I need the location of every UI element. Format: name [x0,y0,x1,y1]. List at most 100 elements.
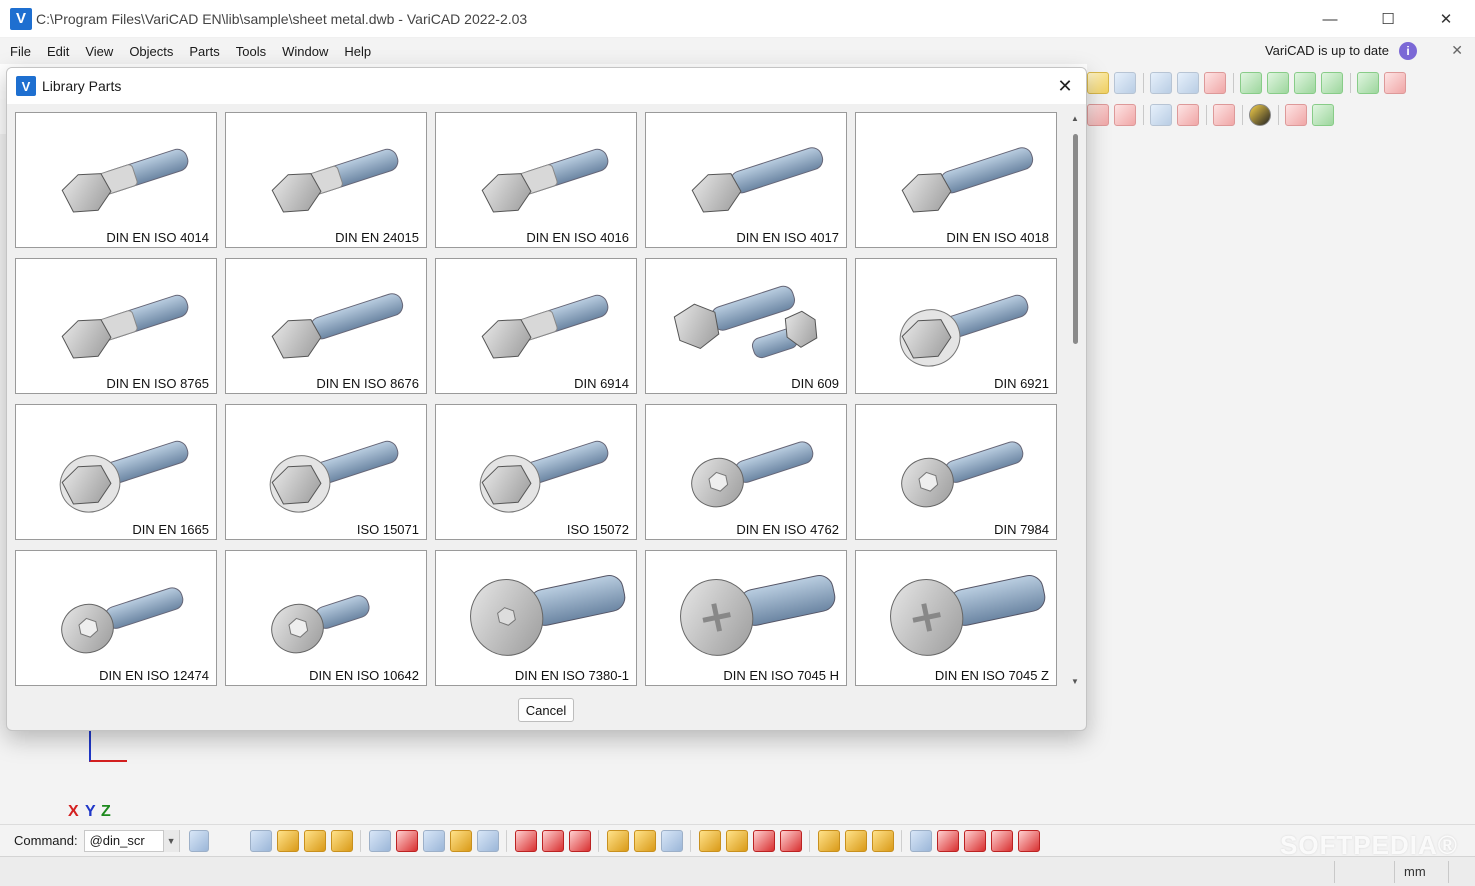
check-icon[interactable] [909,829,932,852]
part-label: DIN EN ISO 4018 [946,230,1049,245]
library-part-cell[interactable]: DIN 7984 [855,404,1057,540]
dimension-icon[interactable] [1087,104,1109,126]
menu-view[interactable]: View [77,44,121,59]
part-label: DIN EN 1665 [132,522,209,537]
bolt-graphic [271,293,404,359]
softpedia-watermark: SOFTPEDIA® [1280,830,1458,860]
swap-icon[interactable] [779,829,802,852]
target-icon[interactable] [660,829,683,852]
library-part-cell[interactable]: DIN EN ISO 4016 [435,112,637,248]
scroll-up-icon[interactable]: ▲ [1071,114,1079,123]
assembly-icon[interactable] [1177,104,1199,126]
library-part-cell[interactable]: DIN 6921 [855,258,1057,394]
abort-icon[interactable] [1017,829,1040,852]
share-icon[interactable] [188,829,209,852]
save-file-icon[interactable] [633,829,656,852]
library-part-cell[interactable]: ISO 15071 [225,404,427,540]
library-part-cell[interactable]: DIN EN ISO 4018 [855,112,1057,248]
library-part-cell[interactable]: DIN EN ISO 10642 [225,550,427,686]
zoom-all-icon[interactable] [1240,72,1262,94]
minimize-button[interactable]: — [1301,0,1359,38]
library-part-cell[interactable]: DIN EN ISO 7045 H [645,550,847,686]
bolt-graphic [61,294,189,359]
layer-red-icon[interactable] [514,829,537,852]
transform-icon[interactable] [1114,104,1136,126]
move-icon[interactable] [725,829,748,852]
layers-icon[interactable] [1213,104,1235,126]
library-part-cell[interactable]: DIN EN 24015 [225,112,427,248]
layer-stack-icon[interactable] [541,829,564,852]
pan-right-icon[interactable] [1321,72,1343,94]
library-part-cell[interactable]: DIN EN ISO 4014 [15,112,217,248]
zoom-window-icon[interactable] [1177,72,1199,94]
zoom-previous-icon[interactable] [1150,72,1172,94]
library-part-cell[interactable]: DIN EN ISO 12474 [15,550,217,686]
toolbar-row-2 [1087,100,1339,130]
bolt-graphic [59,440,189,513]
switch-3d-icon[interactable] [1312,104,1334,126]
menu-edit[interactable]: Edit [39,44,77,59]
library-part-cell[interactable]: DIN EN 1665 [15,404,217,540]
color-drop-icon[interactable] [476,829,499,852]
group-icon[interactable] [817,829,840,852]
status-bar [0,856,1475,886]
bolt-thumbnail [691,441,814,508]
library-part-cell[interactable]: DIN EN ISO 8676 [225,258,427,394]
zoom-out-icon[interactable] [1267,72,1289,94]
group-delete-icon[interactable] [871,829,894,852]
info-icon[interactable]: i [1399,42,1417,60]
menu-file[interactable]: File [0,44,39,59]
close-window-button[interactable]: ✕ [1417,0,1475,38]
library-parts-dialog: V Library Parts ✕ DIN EN ISO 4014 DIN EN … [6,67,1087,731]
maximize-button[interactable]: ☐ [1359,0,1417,38]
part-label: DIN EN ISO 8676 [316,376,419,391]
pencil-icon[interactable] [1087,72,1109,94]
solid-box-icon[interactable] [249,829,272,852]
scroll-thumb[interactable] [1073,134,1078,344]
bolt-thumbnail [673,285,818,359]
export-icon[interactable] [1357,72,1379,94]
menu-objects[interactable]: Objects [121,44,181,59]
box-icon[interactable] [1150,104,1172,126]
extrude-icon[interactable] [276,829,299,852]
table-icon[interactable] [368,829,391,852]
menu-window[interactable]: Window [274,44,336,59]
library-part-cell[interactable]: DIN EN ISO 7045 Z [855,550,1057,686]
library-part-cell[interactable]: ISO 15072 [435,404,637,540]
ungroup-icon[interactable] [844,829,867,852]
title-bar: V C:\Program Files\VariCAD EN\lib\sample… [0,0,1475,38]
pan-left-icon[interactable] [1294,72,1316,94]
library-part-cell[interactable]: DIN EN ISO 7380-1 [435,550,637,686]
library-part-cell[interactable]: DIN 609 [645,258,847,394]
pipe-icon[interactable] [303,829,326,852]
library-part-cell[interactable]: DIN EN ISO 8765 [15,258,217,394]
monitor-icon[interactable] [1114,72,1136,94]
menu-tools[interactable]: Tools [228,44,274,59]
menu-help[interactable]: Help [336,44,379,59]
scroll-down-icon[interactable]: ▼ [1071,677,1079,686]
folder-icon[interactable] [449,829,472,852]
align-icon[interactable] [422,829,445,852]
library-part-cell[interactable]: DIN EN ISO 4017 [645,112,847,248]
close-notice-icon[interactable]: ✕ [1451,42,1463,59]
cancel-all-icon[interactable] [990,829,1013,852]
text-icon[interactable] [330,829,353,852]
insert-icon[interactable] [698,829,721,852]
grid-scrollbar[interactable]: ▲ ▼ [1068,112,1082,687]
switch-2d-icon[interactable] [1285,104,1307,126]
cancel-check-icon[interactable] [936,829,959,852]
bom-icon[interactable] [395,829,418,852]
cancel-button[interactable]: Cancel [518,698,574,722]
menu-parts[interactable]: Parts [181,44,227,59]
mass-properties-icon[interactable] [1249,104,1271,126]
layer-filter-icon[interactable] [568,829,591,852]
import-icon[interactable] [1384,72,1406,94]
open-file-icon[interactable] [606,829,629,852]
close-dialog-button[interactable]: ✕ [1054,75,1076,97]
render-mode-icon[interactable] [1204,72,1226,94]
command-dropdown-icon[interactable]: ▼ [162,829,179,852]
cancel-icon[interactable] [963,829,986,852]
library-part-cell[interactable]: DIN 6914 [435,258,637,394]
delete-icon[interactable] [752,829,775,852]
library-part-cell[interactable]: DIN EN ISO 4762 [645,404,847,540]
